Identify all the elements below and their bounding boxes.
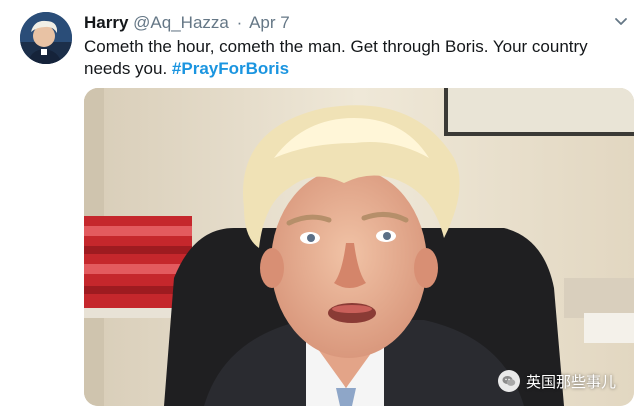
tweet-media-image[interactable]: 英国那些事儿 xyxy=(84,88,634,406)
watermark-text: 英国那些事儿 xyxy=(525,372,616,391)
video-frame xyxy=(84,88,634,406)
avatar-image xyxy=(20,12,72,64)
tweet-body: Cometh the hour, cometh the man. Get thr… xyxy=(84,37,588,78)
hashtag-link[interactable]: #PrayForBoris xyxy=(172,59,289,78)
tweet-date[interactable]: Apr 7 xyxy=(249,13,290,32)
chevron-down-icon[interactable] xyxy=(612,12,630,30)
tweet-header: Harry @Aq_Hazza · Apr 7 xyxy=(84,12,290,34)
tweet-card[interactable]: Harry @Aq_Hazza · Apr 7 Cometh the hour,… xyxy=(0,0,640,408)
separator: · xyxy=(236,13,243,32)
watermark: 英国那些事儿 xyxy=(497,370,616,392)
author-name[interactable]: Harry xyxy=(84,13,128,32)
tweet-text: Cometh the hour, cometh the man. Get thr… xyxy=(84,36,632,80)
wechat-icon xyxy=(497,370,520,392)
author-handle[interactable]: @Aq_Hazza xyxy=(133,13,229,32)
user-avatar[interactable] xyxy=(20,12,72,64)
